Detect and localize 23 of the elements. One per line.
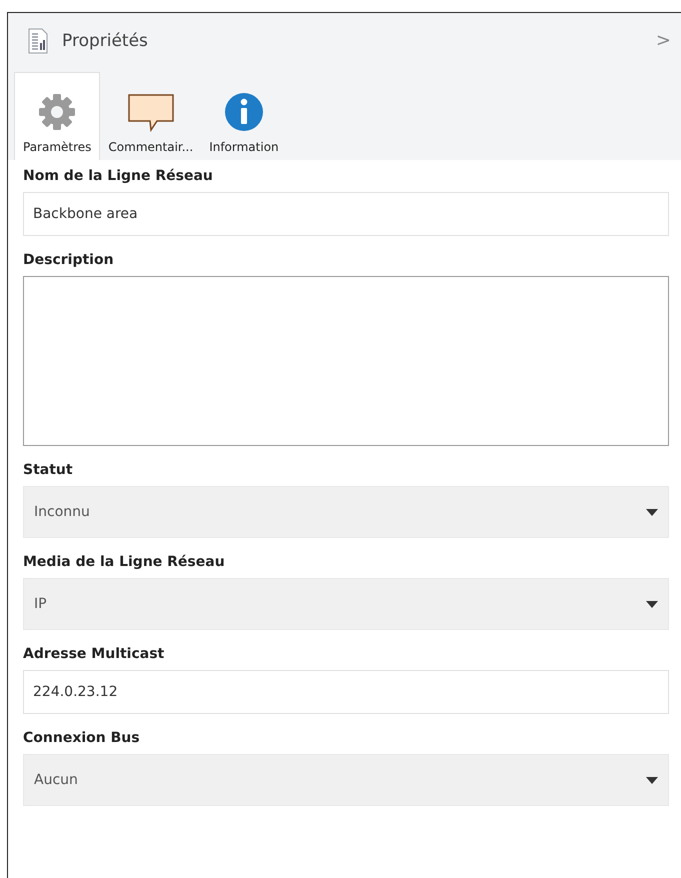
field-label: Statut xyxy=(23,462,74,478)
tab[interactable]: Commentair... xyxy=(100,72,202,160)
speech-bubble-icon xyxy=(126,92,175,132)
text-area[interactable] xyxy=(23,276,669,446)
document-icon xyxy=(28,28,48,54)
field-label: Nom de la Ligne Réseau xyxy=(23,168,214,184)
caret-icon xyxy=(646,600,658,608)
input-field[interactable]: 224.0.23.12 xyxy=(23,670,669,714)
tab[interactable]: Information xyxy=(201,72,287,160)
tab[interactable]: Paramètres xyxy=(14,72,100,160)
field-label: Connexion Bus xyxy=(23,730,141,746)
info-icon xyxy=(224,92,264,132)
field-label: Adresse Multicast xyxy=(23,646,166,662)
field-label: Media de la Ligne Réseau xyxy=(23,554,226,570)
dropdown[interactable]: Aucun xyxy=(23,754,669,806)
dropdown[interactable]: Inconnu xyxy=(23,486,669,538)
dropdown[interactable]: IP xyxy=(23,578,669,630)
field-label: Description xyxy=(23,252,115,268)
caret-icon xyxy=(646,776,658,784)
caret-icon xyxy=(646,508,658,516)
input-field[interactable]: Backbone area xyxy=(23,192,669,236)
gear-icon xyxy=(37,92,78,132)
panel-title: Propriétés xyxy=(62,30,149,50)
